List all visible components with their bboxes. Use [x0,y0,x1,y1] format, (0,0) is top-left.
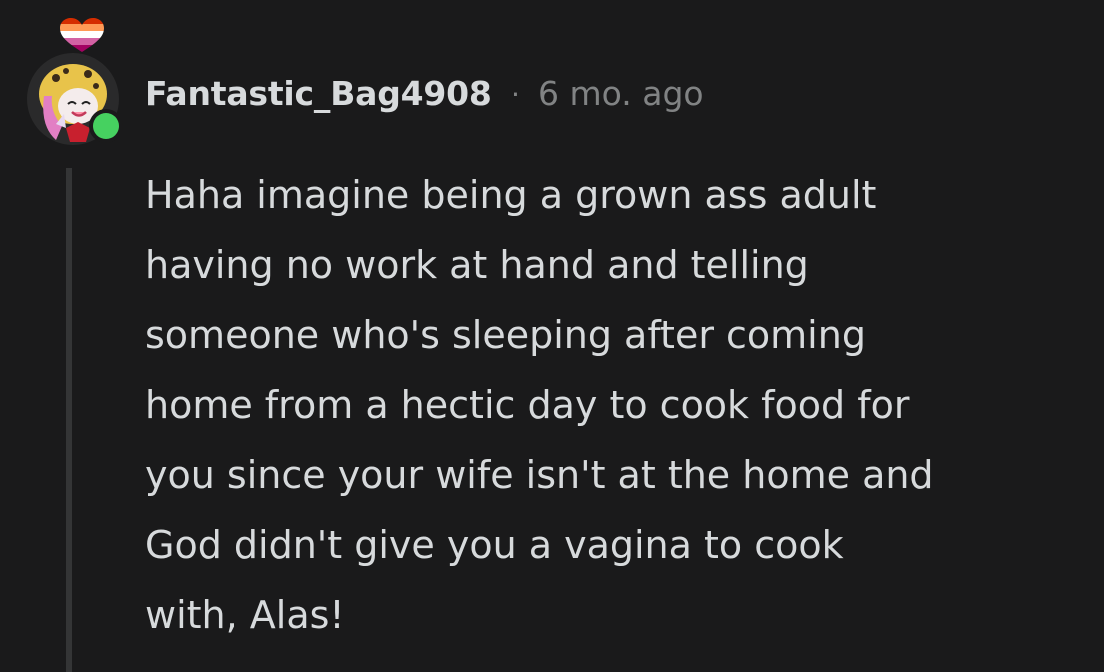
comment-line: with, Alas! [145,593,345,637]
comment-line: having no work at hand and telling [145,243,809,287]
comment-line: God didn't give you a vagina to cook [145,523,844,567]
comment-line: home from a hectic day to cook food for [145,383,910,427]
comment-line: someone who's sleeping after coming [145,313,866,357]
meta-separator: · [511,78,520,111]
avatar[interactable] [26,16,126,146]
username-link[interactable]: Fantastic_Bag4908 [145,74,492,113]
comment-line: Haha imagine being a grown ass adult [145,173,877,217]
comment-timestamp[interactable]: 6 mo. ago [538,74,704,113]
online-status-icon [89,109,123,143]
comment: Fantastic_Bag4908 · 6 mo. ago Haha imagi… [0,0,1104,672]
heart-flag-icon [60,18,104,52]
comment-line: you since your wife isn't at the home an… [145,453,934,497]
comment-body: Haha imagine being a grown ass adult hav… [145,160,1075,650]
thread-collapse-line[interactable] [66,168,72,672]
